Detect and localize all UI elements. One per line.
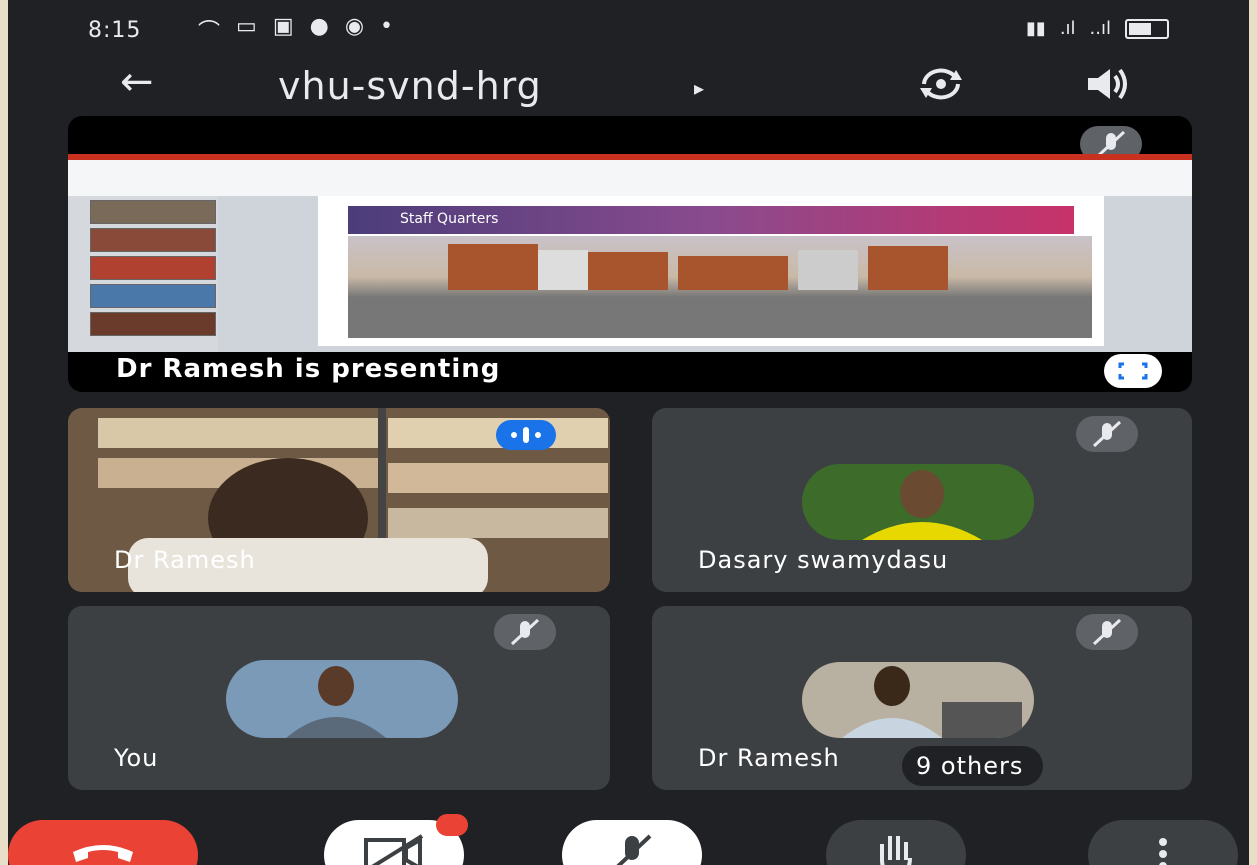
- slide-pane: Staff Quarters: [218, 196, 1192, 352]
- signal-icon: .ıl: [1059, 18, 1076, 39]
- back-arrow-icon[interactable]: ←: [120, 62, 154, 102]
- participant-tile-dasary[interactable]: Dasary swamydasu: [652, 408, 1192, 592]
- presenting-caption: Dr Ramesh is presenting: [116, 354, 501, 384]
- slide-title: Staff Quarters: [400, 211, 499, 227]
- switch-camera-icon[interactable]: [918, 66, 964, 102]
- slide-photo: [348, 236, 1092, 338]
- more-vert-icon: [1159, 838, 1167, 865]
- mic-off-icon: [1076, 416, 1138, 452]
- mic-off-icon: [616, 834, 652, 865]
- more-options-button[interactable]: [1088, 820, 1238, 865]
- participant-tile-dr-ramesh[interactable]: Dr Ramesh: [68, 408, 610, 592]
- signal2-icon: ..ıl: [1089, 18, 1111, 39]
- participant-name: Dr Ramesh: [698, 744, 840, 772]
- expand-arrow-icon[interactable]: ▸: [694, 76, 704, 100]
- end-call-button[interactable]: [8, 820, 198, 865]
- hand-icon: [880, 836, 912, 865]
- headset-icon: ⌒: [198, 20, 221, 45]
- status-bar: 8:15 ⌒ ▭ ▣ ● ◉ • ▮▮ .ıl ..ıl: [8, 0, 1249, 58]
- avatar: [802, 662, 1034, 738]
- raise-hand-button[interactable]: [826, 820, 966, 865]
- app-icon: ◉: [344, 14, 365, 39]
- status-right: ▮▮ .ıl ..ıl: [1026, 18, 1169, 39]
- call-controls: [8, 800, 1249, 865]
- mic-off-icon: [494, 614, 556, 650]
- meeting-code[interactable]: vhu-svnd-hrg: [278, 64, 542, 108]
- mic-toggle-button[interactable]: [562, 820, 702, 865]
- fullscreen-icon: [1118, 362, 1148, 380]
- current-slide: Staff Quarters: [318, 196, 1104, 346]
- chat-icon: ▣: [272, 14, 294, 39]
- hang-up-icon: [73, 845, 133, 862]
- meet-screen: 8:15 ⌒ ▭ ▣ ● ◉ • ▮▮ .ıl ..ıl ← vhu-svnd-…: [8, 0, 1249, 865]
- avatar: [226, 660, 458, 738]
- presentation-tile[interactable]: Staff Quarters Dr Ramesh is presenting: [68, 116, 1192, 392]
- meeting-header: ← vhu-svnd-hrg ▸: [8, 58, 1249, 114]
- camera-toggle-button[interactable]: [324, 814, 468, 865]
- camera-alert-badge: [436, 814, 468, 836]
- participant-name: Dasary swamydasu: [698, 546, 949, 574]
- network-icon: ▮▮: [1026, 18, 1046, 39]
- avatar: [802, 464, 1034, 540]
- participant-name: Dr Ramesh: [114, 546, 256, 574]
- shared-screen: Staff Quarters: [68, 154, 1192, 352]
- message-icon: ▭: [236, 14, 257, 39]
- phone-icon: ●: [309, 14, 329, 39]
- others-count: 9 others: [916, 752, 1024, 780]
- participant-tile-others[interactable]: Dr Ramesh 9 others: [652, 606, 1192, 790]
- slide-thumbnails: [68, 196, 218, 352]
- notification-icons: ⌒ ▭ ▣ ● ◉ •: [198, 14, 393, 46]
- battery-icon: [1125, 18, 1169, 39]
- slide-title-band: Staff Quarters: [348, 206, 1074, 234]
- status-time: 8:15: [88, 18, 142, 43]
- speaker-icon[interactable]: [1084, 66, 1130, 102]
- dot-icon: •: [380, 14, 393, 39]
- speaking-indicator-icon: [496, 420, 556, 450]
- participant-tile-you[interactable]: You: [68, 606, 610, 790]
- mic-off-icon: [1076, 614, 1138, 650]
- others-count-chip[interactable]: 9 others: [902, 746, 1044, 786]
- ppt-ribbon: [68, 154, 1192, 196]
- participant-name: You: [114, 744, 159, 772]
- fullscreen-button[interactable]: [1104, 354, 1162, 388]
